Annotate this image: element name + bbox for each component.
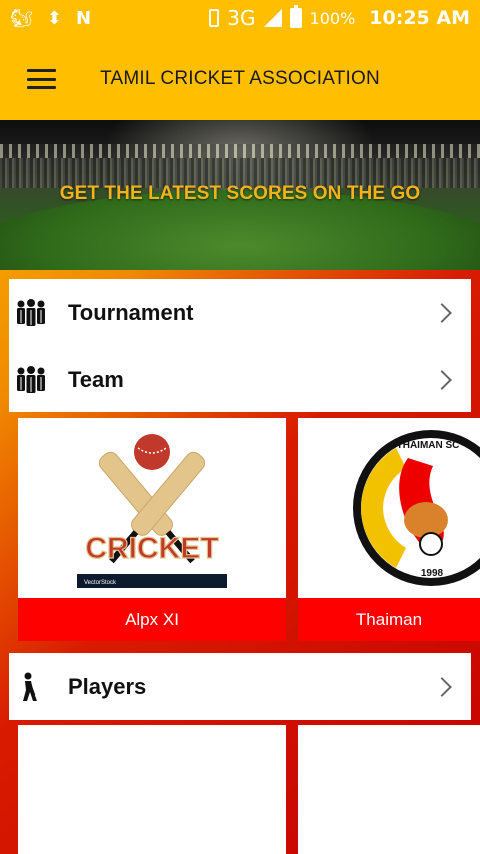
team-name: Alpx XI [18,598,286,641]
chevron-right-icon [432,676,452,697]
clock: 10:25 AM [369,7,470,29]
team-card[interactable] [298,725,480,854]
status-bar: 🐿 ⬍ N 3G 100% 10:25 AM [0,0,480,36]
uc-browser-icon: 🐿 [10,7,33,29]
thaiman-sc-logo: THAIMAN SC 1998 [353,430,480,586]
logo-year: 1998 [421,568,444,579]
network-type: 3G [227,6,256,30]
team-name: Thaiman [298,598,480,641]
logo-footer: VectorStock [84,580,117,586]
chevron-right-icon [432,369,452,390]
cricket-logo: CRICKET VectorStock [77,434,227,588]
menu-item-tournament[interactable]: Tournament [9,279,471,346]
team-logo: CRICKET VectorStock [18,418,286,598]
batsman-icon [23,672,37,701]
battery-icon [289,5,302,28]
stadium-lights [0,144,480,158]
vibrate-icon [209,9,220,27]
group-icon [17,298,45,326]
signal-icon [263,9,282,27]
menu-item-players[interactable]: Players [9,653,471,720]
logo-text: THAIMAN SC [397,440,460,451]
team-logo: THAIMAN SC 1998 [298,418,480,598]
main-menu-card: Tournament Team [9,279,471,412]
battery-percent: 100% [309,8,356,28]
team-card-thaiman[interactable]: THAIMAN SC 1998 Thaiman [298,418,480,641]
usb-icon: ⬍ [46,7,62,29]
chevron-right-icon [432,302,452,323]
menu-item-label: Team [68,366,124,392]
notification-icons: 🐿 ⬍ N [10,8,91,29]
group-icon [17,365,45,393]
team-card-alpx-xi[interactable]: CRICKET VectorStock Alpx XI [18,418,286,641]
app-bar: TAMIL CRICKET ASSOCIATION [0,36,480,120]
menu-item-team[interactable]: Team [9,346,471,413]
stadium-banner: GET THE LATEST SCORES ON THE GO [0,120,480,270]
team-card[interactable] [18,725,286,854]
menu-item-label: Tournament [68,299,194,325]
menu-item-label: Players [68,673,147,699]
n-icon: N [75,7,92,29]
players-menu-card: Players [9,653,471,720]
logo-text: CRICKET [85,532,218,565]
app-title: TAMIL CRICKET ASSOCIATION [100,68,380,89]
banner-tagline: GET THE LATEST SCORES ON THE GO [59,183,421,204]
